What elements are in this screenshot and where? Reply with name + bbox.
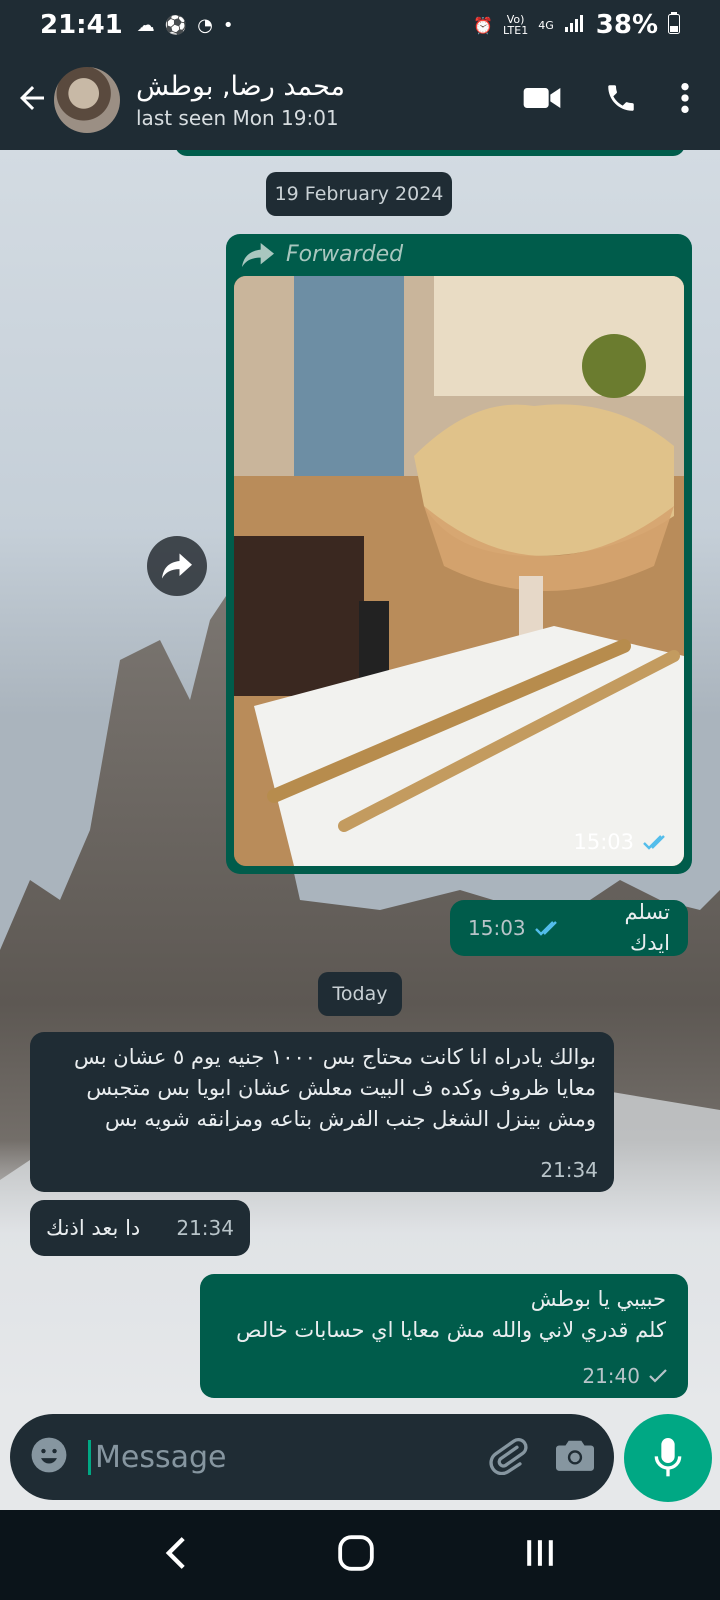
- kebab-menu-icon: [681, 82, 689, 114]
- home-square-icon: [338, 1535, 374, 1571]
- lte-label: LTE1: [502, 24, 529, 37]
- camera-button[interactable]: [556, 1438, 594, 1476]
- message-line: ومش بينزل الشغل جنب الفرش بتاعه ومزانقه …: [104, 1107, 596, 1131]
- camera-icon: [556, 1440, 594, 1471]
- chat-area[interactable]: 19 February 2024 Forwarded 15:03 تسلم اي…: [0, 150, 720, 1408]
- forwarded-label: Forwarded: [286, 242, 404, 267]
- date-separator: 19 February 2024: [266, 172, 452, 216]
- attach-button[interactable]: [488, 1435, 528, 1479]
- contact-info[interactable]: محمد رضا, بوطش last seen Mon 19:01: [136, 71, 345, 130]
- forwarded-photo-message[interactable]: Forwarded 15:03: [226, 234, 692, 874]
- cloud-icon: ☁: [136, 14, 155, 36]
- more-options-button[interactable]: [680, 81, 690, 119]
- message-time: 21:34: [176, 1216, 234, 1240]
- single-check-sent-icon: [649, 1369, 667, 1383]
- whatsapp-notification-icon: ◔: [197, 14, 213, 36]
- photo-attachment[interactable]: 15:03: [234, 276, 684, 866]
- video-call-button[interactable]: [522, 83, 562, 117]
- nav-recents-button[interactable]: [524, 1537, 556, 1573]
- arrow-left-icon: [20, 86, 44, 110]
- battery-icon: [668, 12, 680, 38]
- incoming-message-short[interactable]: 21:34 دا بعد اذنك: [30, 1200, 250, 1256]
- microphone-icon: [654, 1438, 682, 1477]
- alarm-icon: ⏰: [473, 15, 493, 35]
- previous-message-edge: [175, 150, 685, 156]
- outgoing-message-last[interactable]: حبيبي يا بوطش كلم قدري لاني والله مش معا…: [200, 1274, 688, 1398]
- nav-back-button[interactable]: [164, 1535, 188, 1575]
- share-arrow-icon: [162, 553, 192, 579]
- emoji-button[interactable]: [30, 1436, 68, 1478]
- message-text: دا بعد اذنك: [46, 1215, 141, 1240]
- back-button[interactable]: [0, 80, 62, 120]
- recents-icon: [526, 1540, 553, 1566]
- photo-timestamp: 15:03: [573, 830, 634, 854]
- signal-icon: [564, 14, 586, 36]
- chat-header: محمد رضا, بوطش last seen Mon 19:01: [0, 50, 720, 150]
- network-gen: 4G: [538, 18, 554, 32]
- message-time: 21:34: [540, 1158, 598, 1182]
- message-input[interactable]: [88, 1439, 448, 1475]
- double-check-read-icon: [534, 921, 557, 936]
- avatar[interactable]: [54, 67, 120, 133]
- status-bar: 21:41 ☁ ⚽ ◔ • ⏰ Vo) LTE1 4G 38%: [0, 0, 720, 50]
- message-time: 15:03: [468, 916, 526, 940]
- football-icon: ⚽: [164, 14, 188, 36]
- system-nav-bar: [0, 1510, 720, 1600]
- message-time: 21:40: [582, 1364, 640, 1388]
- double-check-read-icon: [643, 835, 665, 850]
- outgoing-message[interactable]: تسلم ايدك 15:03: [450, 900, 688, 956]
- message-line: حبيبي يا بوطش: [530, 1287, 666, 1311]
- message-line: بوالك يادراه انا كانت محتاج بس ١٠٠٠ جنيه…: [73, 1045, 596, 1069]
- message-line: معايا ظروف وكده ف البيت معلش عشان ابويا …: [86, 1076, 596, 1100]
- composer: [0, 1408, 720, 1510]
- last-seen: last seen Mon 19:01: [136, 105, 339, 130]
- message-line: كلم قدري لاني والله مش معايا اي حسابات خ…: [236, 1318, 666, 1342]
- date-separator-today: Today: [318, 972, 402, 1016]
- message-input-container: [10, 1414, 614, 1500]
- dessert-photo: [234, 276, 684, 866]
- video-camera-icon: [523, 88, 561, 108]
- status-time: 21:41: [40, 10, 123, 40]
- voice-call-button[interactable]: [604, 81, 638, 119]
- nav-home-button[interactable]: [337, 1534, 375, 1576]
- incoming-message[interactable]: بوالك يادراه انا كانت محتاج بس ١٠٠٠ جنيه…: [30, 1032, 614, 1192]
- paperclip-icon: [489, 1437, 528, 1476]
- dot-icon: •: [222, 14, 234, 36]
- message-text: تسلم ايدك: [624, 900, 670, 955]
- battery-percent: 38%: [595, 10, 658, 40]
- voice-record-button[interactable]: [624, 1414, 712, 1502]
- contact-name: محمد رضا, بوطش: [136, 70, 345, 102]
- share-button[interactable]: [147, 536, 207, 596]
- phone-icon: [608, 85, 634, 111]
- forward-icon: [242, 242, 274, 267]
- chevron-left-icon: [166, 1537, 186, 1569]
- emoji-icon: [31, 1437, 67, 1473]
